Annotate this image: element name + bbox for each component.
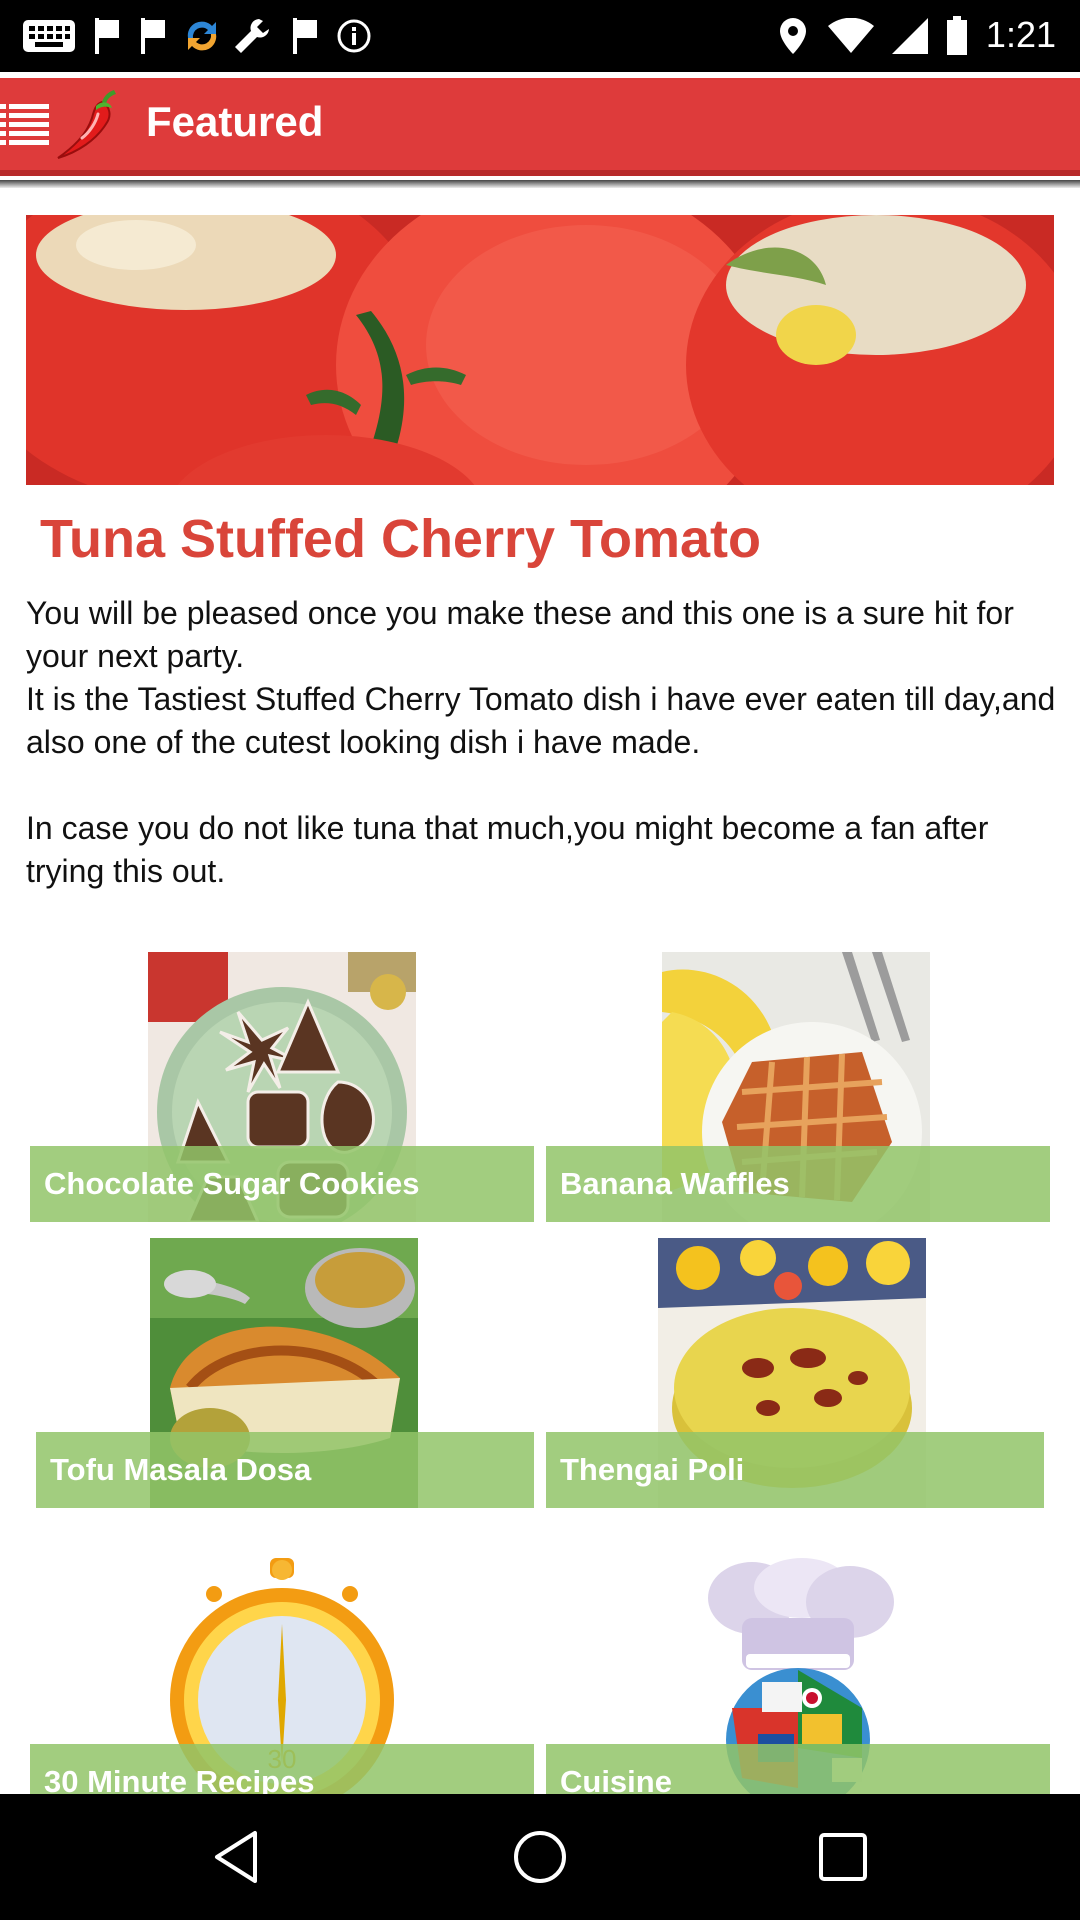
info-icon [334,16,374,56]
wifi-icon [826,16,876,56]
recipe-tile-label: Banana Waffles [546,1146,1050,1222]
recipe-tile-tofu-masala-dosa[interactable]: Tofu Masala Dosa [36,1238,534,1508]
recipe-tile-thengai-poli[interactable]: Thengai Poli [546,1238,1044,1508]
clock: 1:21 [985,14,1056,55]
page-title: Featured [146,98,324,145]
menu-icon[interactable] [0,102,50,148]
recents-icon[interactable] [800,1814,886,1900]
app-bar: Featured [0,72,1080,188]
featured-recipe-title[interactable]: Tuna Stuffed Cherry Tomato [40,508,761,570]
flag-icon [92,16,122,56]
category-tile-30-minute-recipes[interactable]: 30 30 Minute Recipes [30,1558,534,1794]
category-tile-label: 30 Minute Recipes [30,1744,534,1794]
recipe-tile-label: Chocolate Sugar Cookies [30,1146,534,1222]
wrench-icon [232,16,272,56]
recipe-tile-chocolate-sugar-cookies[interactable]: Chocolate Sugar Cookies [30,952,534,1222]
location-icon [776,16,810,56]
recipe-tile-banana-waffles[interactable]: Banana Waffles [546,952,1050,1222]
back-icon[interactable] [194,1814,280,1900]
status-bar: 1:21 [0,0,1080,72]
flag-icon [138,16,168,56]
category-tile-cuisine[interactable]: Cuisine [546,1558,1050,1794]
signal-icon [890,16,930,56]
battery-icon [944,16,970,56]
flag-icon [290,16,320,56]
category-tile-label: Cuisine [546,1744,1050,1794]
recipe-tile-label: Tofu Masala Dosa [36,1432,534,1508]
screen: { "status_bar": { "time": "1:21", "icons… [0,0,1080,1920]
app-bar-shadow [0,180,1080,188]
featured-recipe-description: You will be pleased once you make these … [26,595,1056,889]
recipe-tile-label: Thengai Poli [546,1432,1044,1508]
featured-recipe-image[interactable] [26,215,1054,485]
sync-icon [182,16,222,56]
home-icon[interactable] [497,1814,583,1900]
keyboard-icon [22,16,76,56]
chili-pepper-icon [52,88,124,164]
app-bar-background: Featured [0,78,1080,176]
navigation-bar [0,1794,1080,1920]
